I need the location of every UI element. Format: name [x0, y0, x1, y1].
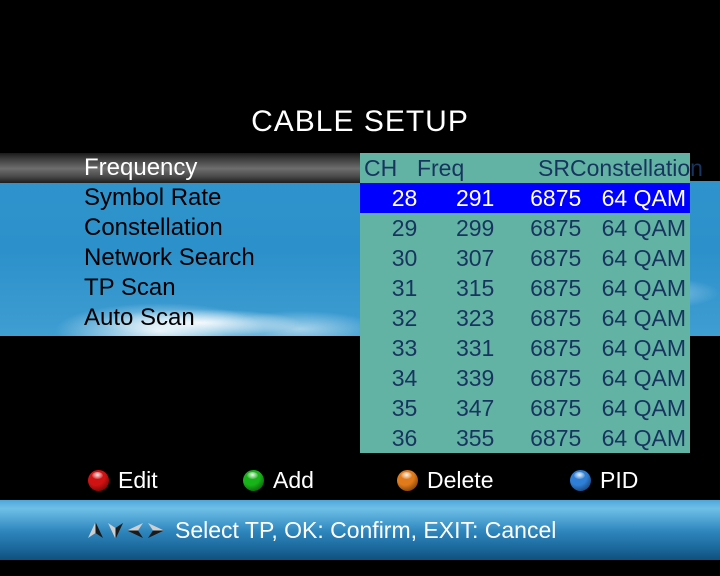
menu-item-tp-scan[interactable]: TP Scan	[0, 273, 350, 303]
arrow-up-icon	[88, 521, 103, 538]
cell-sr: 6875	[530, 425, 582, 451]
color-key-add[interactable]: Add	[243, 462, 314, 498]
column-header-freq: Freq	[416, 155, 465, 181]
cell-sr: 6875	[530, 275, 582, 301]
table-row[interactable]: 29 299 6875 64 QAM	[360, 213, 690, 243]
cell-sr: 6875	[530, 305, 582, 331]
cell-constellation: 64 QAM	[601, 275, 686, 301]
blue-dot-icon	[570, 469, 591, 491]
cell-ch: 29	[391, 215, 418, 241]
cell-ch: 35	[391, 395, 418, 421]
cell-freq: 291	[455, 185, 495, 211]
cell-ch: 32	[391, 305, 418, 331]
cell-freq: 339	[455, 365, 495, 391]
table-row[interactable]: 34 339 6875 64 QAM	[360, 363, 690, 393]
cell-constellation: 64 QAM	[601, 335, 686, 361]
cell-ch: 30	[391, 245, 418, 271]
table-row[interactable]: 36 355 6875 64 QAM	[360, 423, 690, 453]
table-row[interactable]: 28 291 6875 64 QAM	[360, 183, 690, 213]
cell-sr: 6875	[530, 215, 582, 241]
color-key-bar: Edit Add Delete PID	[0, 462, 720, 498]
cell-constellation: 64 QAM	[601, 245, 686, 271]
cell-freq: 307	[455, 245, 495, 271]
color-key-label: Add	[273, 467, 314, 493]
cell-sr: 6875	[530, 245, 582, 271]
help-bar-content: Select TP, OK: Confirm, EXIT: Cancel	[86, 517, 556, 543]
cell-ch: 33	[391, 335, 418, 361]
cell-ch: 36	[391, 425, 418, 451]
table-header-row: CH Freq SR Constellation	[360, 153, 703, 183]
menu-item-symbol-rate[interactable]: Symbol Rate	[0, 183, 350, 213]
cell-sr: 6875	[530, 395, 582, 421]
column-header-ch: CH	[364, 155, 398, 181]
arrow-right-icon	[148, 522, 164, 538]
cell-sr: 6875	[530, 365, 582, 391]
arrow-down-icon	[108, 522, 123, 539]
menu-item-auto-scan[interactable]: Auto Scan	[0, 303, 350, 333]
color-key-delete[interactable]: Delete	[397, 462, 493, 498]
column-header-constellation: Constellation	[570, 155, 703, 181]
cell-constellation: 64 QAM	[601, 305, 686, 331]
help-bar: Select TP, OK: Confirm, EXIT: Cancel	[0, 500, 720, 560]
arrow-left-icon	[127, 522, 143, 538]
menu-item-frequency[interactable]: Frequency	[0, 153, 350, 183]
red-dot-icon	[88, 469, 109, 491]
cell-freq: 315	[455, 275, 495, 301]
cell-sr: 6875	[530, 335, 582, 361]
tp-list-table[interactable]: CH Freq SR Constellation 28 291 6875 64 QAM 29 29…	[360, 153, 703, 453]
table-row[interactable]: 35 347 6875 64 QAM	[360, 393, 690, 423]
page-title: CABLE SETUP	[251, 105, 469, 138]
cell-constellation: 64 QAM	[601, 215, 686, 241]
table-row[interactable]: 32 323 6875 64 QAM	[360, 303, 690, 333]
color-key-label: PID	[600, 467, 639, 493]
orange-dot-icon	[397, 469, 418, 491]
color-key-pid[interactable]: PID	[570, 462, 638, 498]
cell-freq: 331	[455, 335, 495, 361]
cell-ch: 31	[391, 275, 418, 301]
cell-constellation: 64 QAM	[601, 365, 686, 391]
navigation-arrow-icons	[86, 521, 165, 540]
cell-constellation: 64 QAM	[601, 425, 686, 451]
table-row[interactable]: 33 331 6875 64 QAM	[360, 333, 690, 363]
cell-sr: 6875	[530, 185, 582, 211]
cell-freq: 323	[455, 305, 495, 331]
cell-freq: 299	[455, 215, 495, 241]
help-text: Select TP, OK: Confirm, EXIT: Cancel	[175, 517, 557, 543]
cell-constellation: 64 QAM	[601, 185, 686, 211]
cell-constellation: 64 QAM	[601, 395, 686, 421]
color-key-label: Edit	[118, 467, 158, 493]
table-row[interactable]: 30 307 6875 64 QAM	[360, 243, 690, 273]
cell-freq: 347	[455, 395, 495, 421]
menu-item-constellation[interactable]: Constellation	[0, 213, 350, 243]
settings-menu: Frequency Symbol Rate Constellation Network…	[0, 153, 350, 333]
menu-item-network-search[interactable]: Network Search	[0, 243, 350, 273]
tv-osd-screen: CABLE SETUP Frequency Symbol Rate Constell…	[0, 0, 720, 576]
green-dot-icon	[243, 469, 264, 491]
cell-ch: 28	[391, 185, 418, 211]
cell-freq: 355	[455, 425, 495, 451]
column-header-sr: SR	[538, 155, 570, 181]
table-row[interactable]: 31 315 6875 64 QAM	[360, 273, 690, 303]
color-key-edit[interactable]: Edit	[88, 462, 158, 498]
color-key-label: Delete	[427, 467, 494, 493]
cell-ch: 34	[391, 365, 418, 391]
